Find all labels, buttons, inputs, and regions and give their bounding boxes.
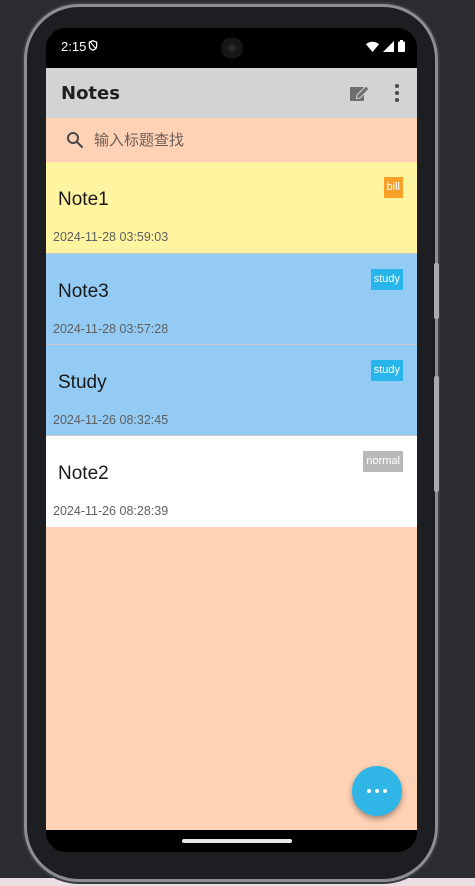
notes-list-area: Note1 bill 2024-11-28 03:59:03 Note3 stu… xyxy=(46,118,417,830)
app-title: Notes xyxy=(61,83,120,104)
note-title: Study xyxy=(58,372,107,393)
search-bar xyxy=(46,118,417,162)
note-timestamp: 2024-11-26 08:32:45 xyxy=(53,413,169,427)
status-time: 2:15 xyxy=(61,39,87,54)
front-camera xyxy=(221,37,243,59)
note-item[interactable]: Note3 study 2024-11-28 03:57:28 xyxy=(46,253,417,345)
note-title: Note2 xyxy=(58,463,109,484)
note-item[interactable]: Study study 2024-11-26 08:32:45 xyxy=(46,344,417,436)
note-item[interactable]: Note2 normal 2024-11-26 08:28:39 xyxy=(46,435,417,527)
note-tag: study xyxy=(370,269,403,290)
fab-menu-button[interactable] xyxy=(352,766,402,816)
home-gesture-handle[interactable] xyxy=(182,839,292,843)
phone-screen: 2:15 Notes 输入标题查找 Note1 bill 2024-11-28 … xyxy=(46,28,417,852)
note-item[interactable]: Note1 bill 2024-11-28 03:59:03 xyxy=(46,162,417,253)
wifi-icon xyxy=(366,41,379,52)
status-bar: 2:15 xyxy=(46,28,417,68)
navigation-bar xyxy=(46,830,417,852)
signal-icon xyxy=(383,40,394,52)
note-timestamp: 2024-11-28 03:59:03 xyxy=(53,230,169,244)
note-title: Note1 xyxy=(58,189,109,210)
power-button[interactable] xyxy=(434,263,439,319)
note-tag: study xyxy=(370,360,403,381)
status-icons xyxy=(366,40,405,52)
note-tag: normal xyxy=(363,451,403,472)
window-bottom-edge xyxy=(0,878,475,886)
note-title: Note3 xyxy=(58,281,109,302)
note-timestamp: 2024-11-28 03:57:28 xyxy=(53,322,169,336)
note-timestamp: 2024-11-26 08:28:39 xyxy=(53,504,169,518)
more-vert-icon[interactable] xyxy=(389,82,405,104)
edit-note-icon[interactable] xyxy=(348,82,370,104)
search-input[interactable] xyxy=(94,126,394,154)
volume-rocker[interactable] xyxy=(434,376,439,492)
note-tag: bill xyxy=(383,177,403,198)
search-icon xyxy=(67,132,84,149)
shield-icon xyxy=(88,40,98,51)
app-bar: Notes xyxy=(46,68,417,118)
more-horiz-icon xyxy=(367,789,387,793)
battery-icon xyxy=(398,40,405,52)
